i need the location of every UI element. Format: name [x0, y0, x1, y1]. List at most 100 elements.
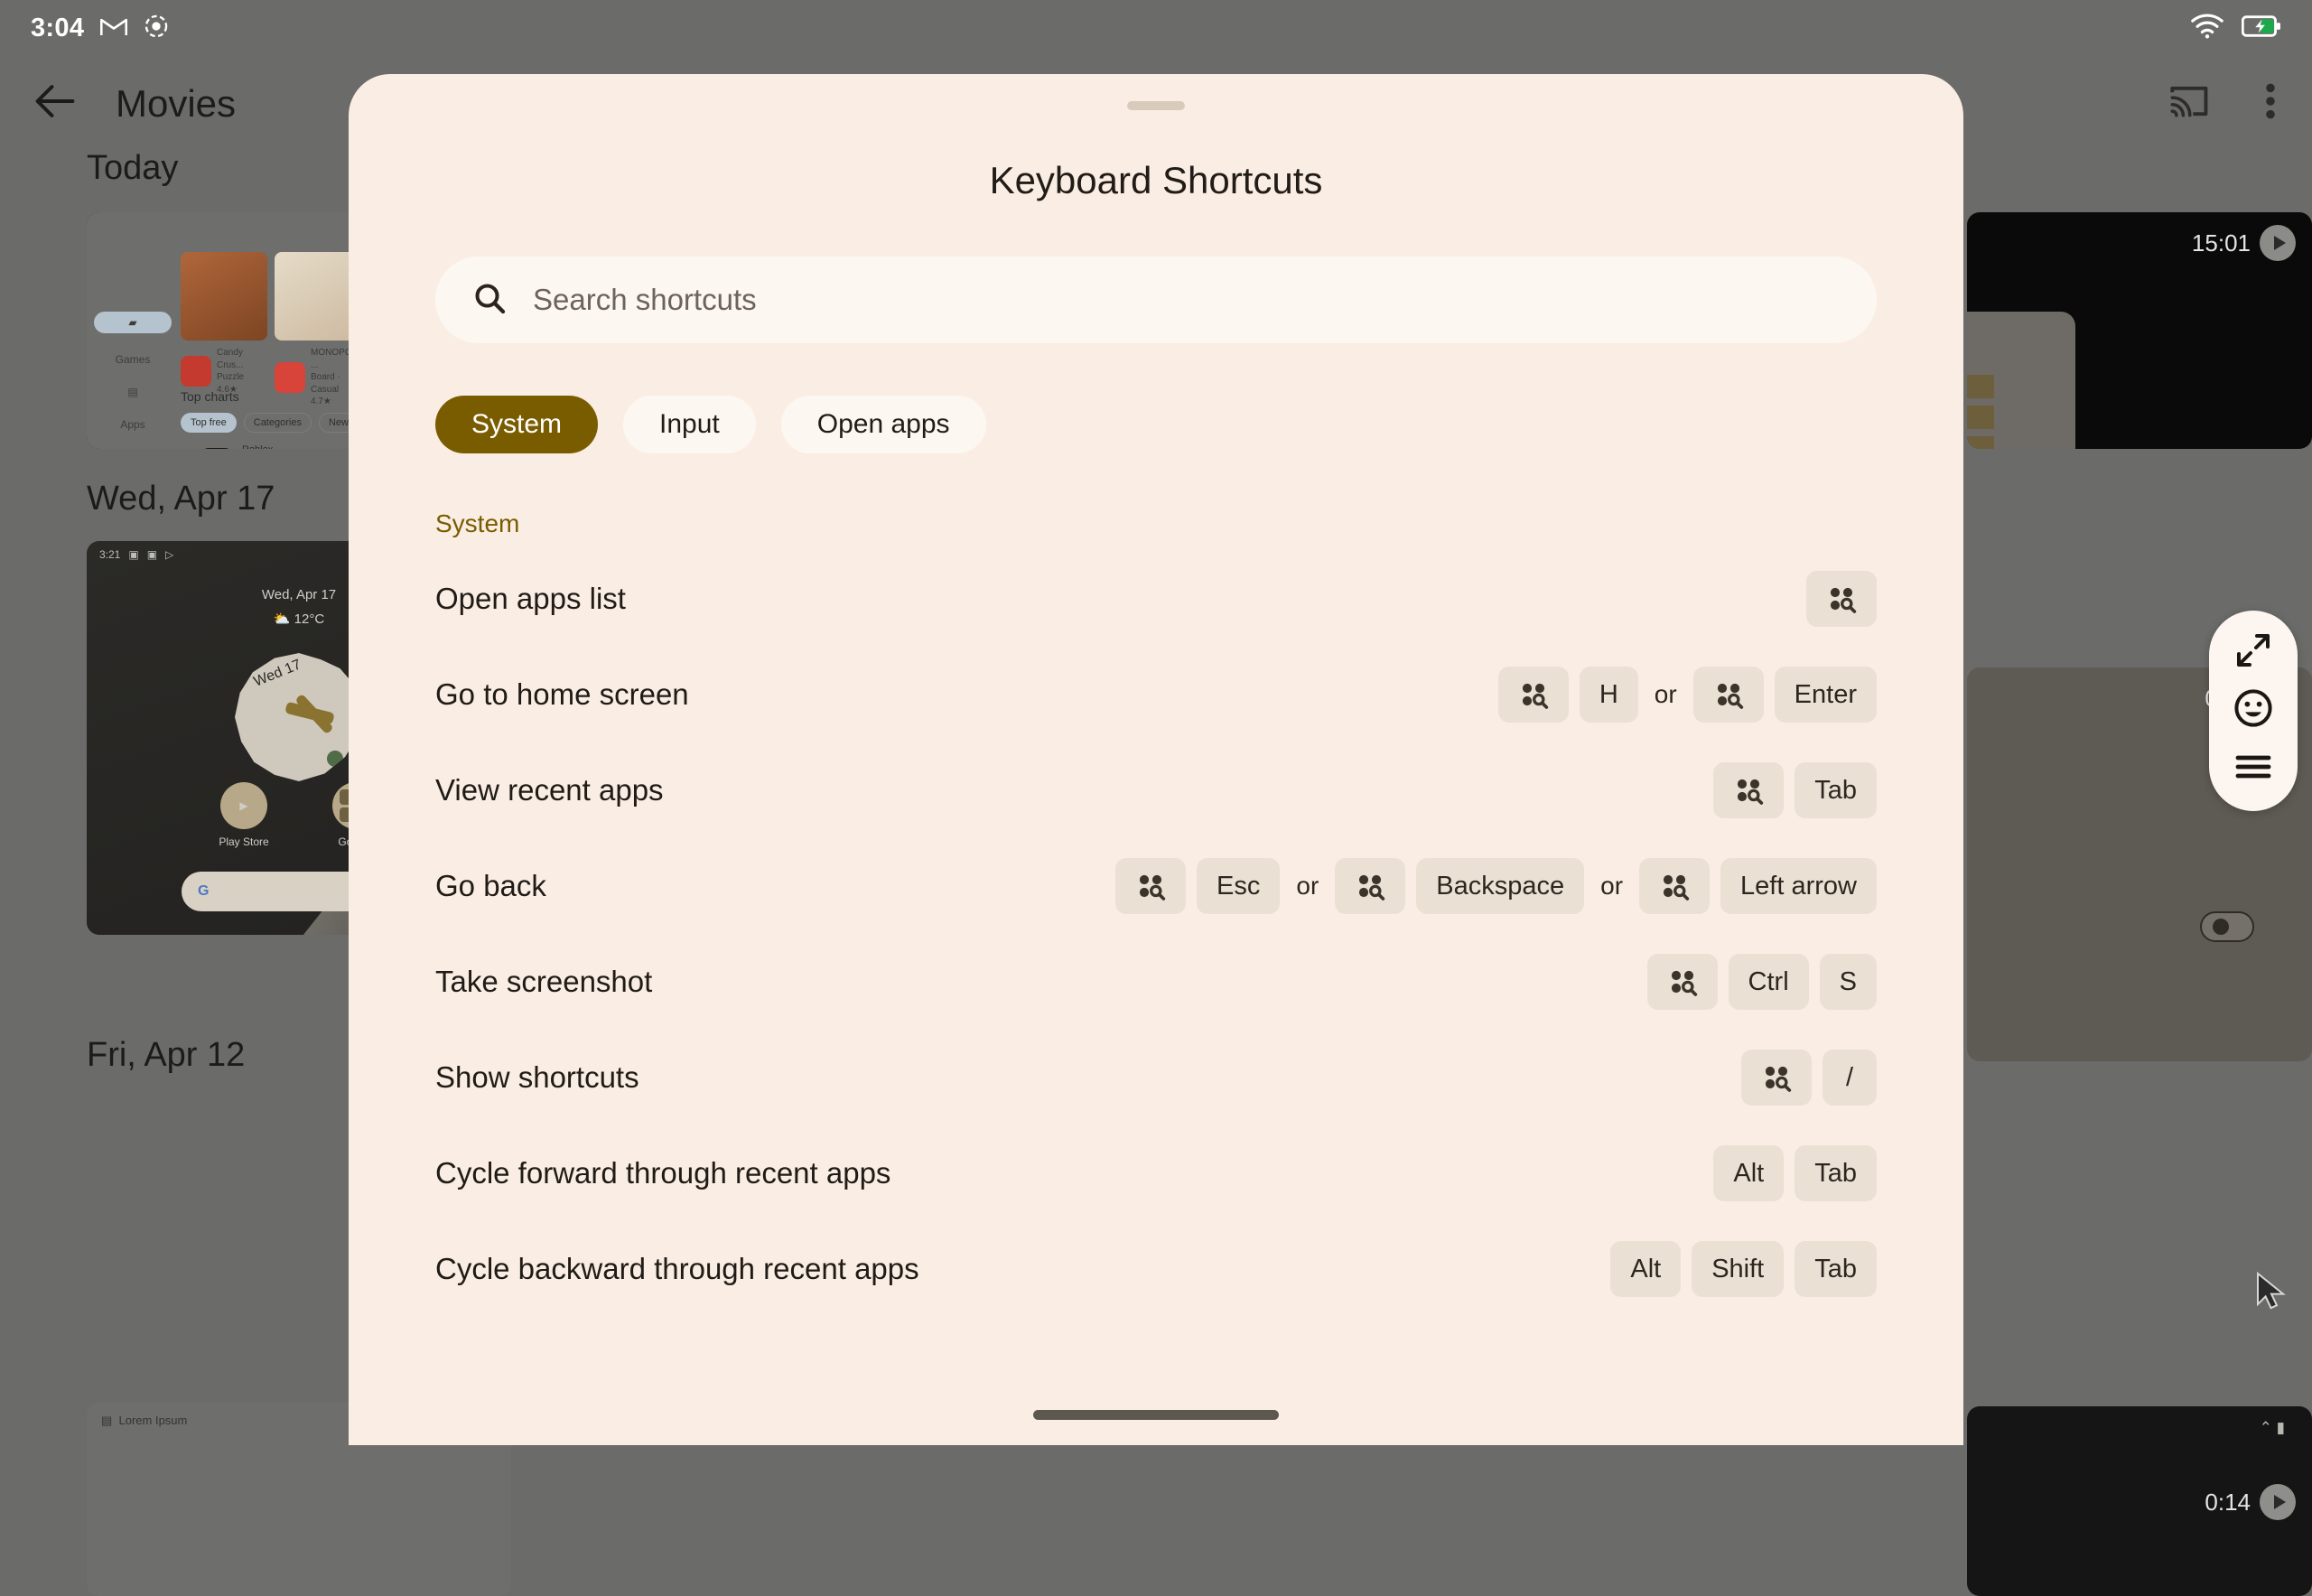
key-cap: /	[1823, 1050, 1877, 1106]
key-cap: Alt	[1610, 1241, 1681, 1297]
category-tabs: System Input Open apps	[435, 396, 1963, 453]
shortcut-label: View recent apps	[435, 773, 664, 807]
date-section-apr17: Wed, Apr 17	[87, 480, 275, 518]
shortcut-keys: AltShiftTab	[1610, 1241, 1877, 1297]
action-key-icon	[1115, 858, 1186, 914]
key-cap: Backspace	[1416, 858, 1584, 914]
action-key-icon	[1639, 858, 1710, 914]
search-input-placeholder: Search shortcuts	[533, 283, 757, 317]
search-icon	[471, 280, 508, 321]
search-shortcuts-field[interactable]: Search shortcuts	[435, 257, 1877, 343]
or-separator: or	[1291, 872, 1324, 901]
play-icon	[2260, 1484, 2296, 1520]
shortcut-label: Cycle backward through recent apps	[435, 1252, 919, 1286]
shortcut-row: Open apps list	[349, 564, 1963, 634]
floating-toolbar[interactable]	[2209, 611, 2298, 811]
key-cap: Shift	[1692, 1241, 1784, 1297]
play-icon	[2260, 225, 2296, 261]
back-arrow-icon[interactable]	[34, 83, 76, 124]
mock-status-bar: 3:21▣▣▷	[99, 548, 173, 561]
hamburger-menu-icon	[2232, 745, 2275, 793]
emoji-button[interactable]	[2228, 686, 2279, 736]
gmail-icon	[100, 15, 127, 42]
key-cap: Esc	[1197, 858, 1280, 914]
status-bar: 3:04	[0, 0, 2312, 56]
rail-item-apps: ▤Apps	[94, 386, 172, 431]
date-section-today: Today	[87, 149, 178, 188]
shortcut-label: Go to home screen	[435, 677, 689, 712]
key-cap: S	[1820, 954, 1877, 1010]
shortcut-row: Take screenshot CtrlS	[349, 947, 1963, 1017]
screen-record-icon	[144, 14, 169, 43]
action-key-icon	[1693, 667, 1764, 723]
shortcut-keys: Escor Backspaceor Left arrow	[1115, 858, 1877, 914]
shortcut-rows: Open apps list Go to home screen Hor Ent…	[349, 564, 1963, 1304]
filter-categories: Categories	[244, 413, 312, 433]
featured-card: Candy Crus...Puzzle4.6★	[181, 252, 267, 408]
cast-icon[interactable]	[2168, 83, 2209, 124]
shortcut-label: Show shortcuts	[435, 1060, 639, 1095]
rail-item-games: ▰Games	[94, 312, 172, 366]
action-key-icon	[1806, 571, 1877, 627]
key-cap: Left arrow	[1720, 858, 1877, 914]
filter-top-free: Top free	[181, 413, 237, 433]
shortcut-keys: Tab	[1713, 762, 1877, 818]
thumbnail-video-014[interactable]: 0:14 ⌃ ▮	[1967, 1406, 2312, 1596]
sheet-drag-handle[interactable]	[1127, 101, 1185, 110]
emoji-face-icon	[2232, 686, 2275, 734]
thumbnail-video-1501[interactable]: 15:01	[1967, 212, 2312, 449]
sheet-title: Keyboard Shortcuts	[349, 159, 1963, 202]
action-key-icon	[1647, 954, 1718, 1010]
app-play-store: ▶ Play Store	[219, 782, 268, 848]
shortcut-row: Show shortcuts /	[349, 1042, 1963, 1113]
battery-charging-icon	[2242, 14, 2281, 42]
mouse-cursor	[2256, 1272, 2287, 1316]
tab-system[interactable]: System	[435, 396, 598, 453]
shortcut-label: Take screenshot	[435, 965, 652, 999]
menu-button[interactable]	[2228, 744, 2279, 795]
tab-input[interactable]: Input	[623, 396, 756, 453]
key-cap: H	[1580, 667, 1638, 723]
keyboard-shortcuts-sheet: Keyboard Shortcuts Search shortcuts Syst…	[349, 74, 1963, 1445]
duration-badge: 0:14	[2205, 1484, 2296, 1520]
shortcut-label: Open apps list	[435, 582, 626, 616]
more-vert-icon[interactable]	[2263, 81, 2278, 126]
shortcut-keys: /	[1741, 1050, 1877, 1106]
shortcut-row: Cycle forward through recent apps AltTab	[349, 1138, 1963, 1209]
play-store-icon: ▶	[220, 782, 267, 829]
shortcut-row: Go to home screen Hor Enter	[349, 659, 1963, 730]
action-key-icon	[1741, 1050, 1812, 1106]
or-separator: or	[1649, 680, 1683, 709]
action-key-icon	[1713, 762, 1784, 818]
playstore-rail: ▰Games ▤Apps ⌕Search ▯Books ☆Kids	[94, 312, 172, 449]
shortcut-label: Cycle forward through recent apps	[435, 1156, 890, 1190]
date-section-apr12: Fri, Apr 12	[87, 1036, 245, 1075]
scroll-indicator[interactable]	[1033, 1410, 1279, 1420]
key-cap: Tab	[1795, 762, 1877, 818]
section-header-system: System	[435, 509, 1963, 538]
duration-badge: 15:01	[2192, 225, 2296, 261]
or-separator: or	[1595, 872, 1628, 901]
key-cap: Tab	[1795, 1145, 1877, 1201]
resize-button[interactable]	[2228, 627, 2279, 677]
key-cap: Ctrl	[1729, 954, 1809, 1010]
shortcut-row: Go back Escor Backspaceor Left arrow	[349, 851, 1963, 921]
expand-diagonal-icon	[2232, 629, 2275, 677]
shortcut-row: View recent apps Tab	[349, 755, 1963, 826]
clock-widget: Wed 17	[235, 653, 363, 781]
shortcut-label: Go back	[435, 869, 546, 903]
shortcut-keys: Hor Enter	[1498, 667, 1877, 723]
action-key-icon	[1498, 667, 1569, 723]
shortcut-keys	[1806, 571, 1877, 627]
key-cap: Alt	[1713, 1145, 1784, 1201]
clock-label: Wed 17	[252, 657, 304, 690]
shortcut-row: Cycle backward through recent apps AltShi…	[349, 1234, 1963, 1304]
key-cap: Enter	[1775, 667, 1877, 723]
wifi-icon	[2191, 14, 2223, 43]
key-cap: Tab	[1795, 1241, 1877, 1297]
shortcut-keys: AltTab	[1713, 1145, 1877, 1201]
tab-open-apps[interactable]: Open apps	[781, 396, 986, 453]
action-key-icon	[1335, 858, 1405, 914]
shortcut-keys: CtrlS	[1647, 954, 1877, 1010]
page-title: Movies	[116, 82, 236, 126]
